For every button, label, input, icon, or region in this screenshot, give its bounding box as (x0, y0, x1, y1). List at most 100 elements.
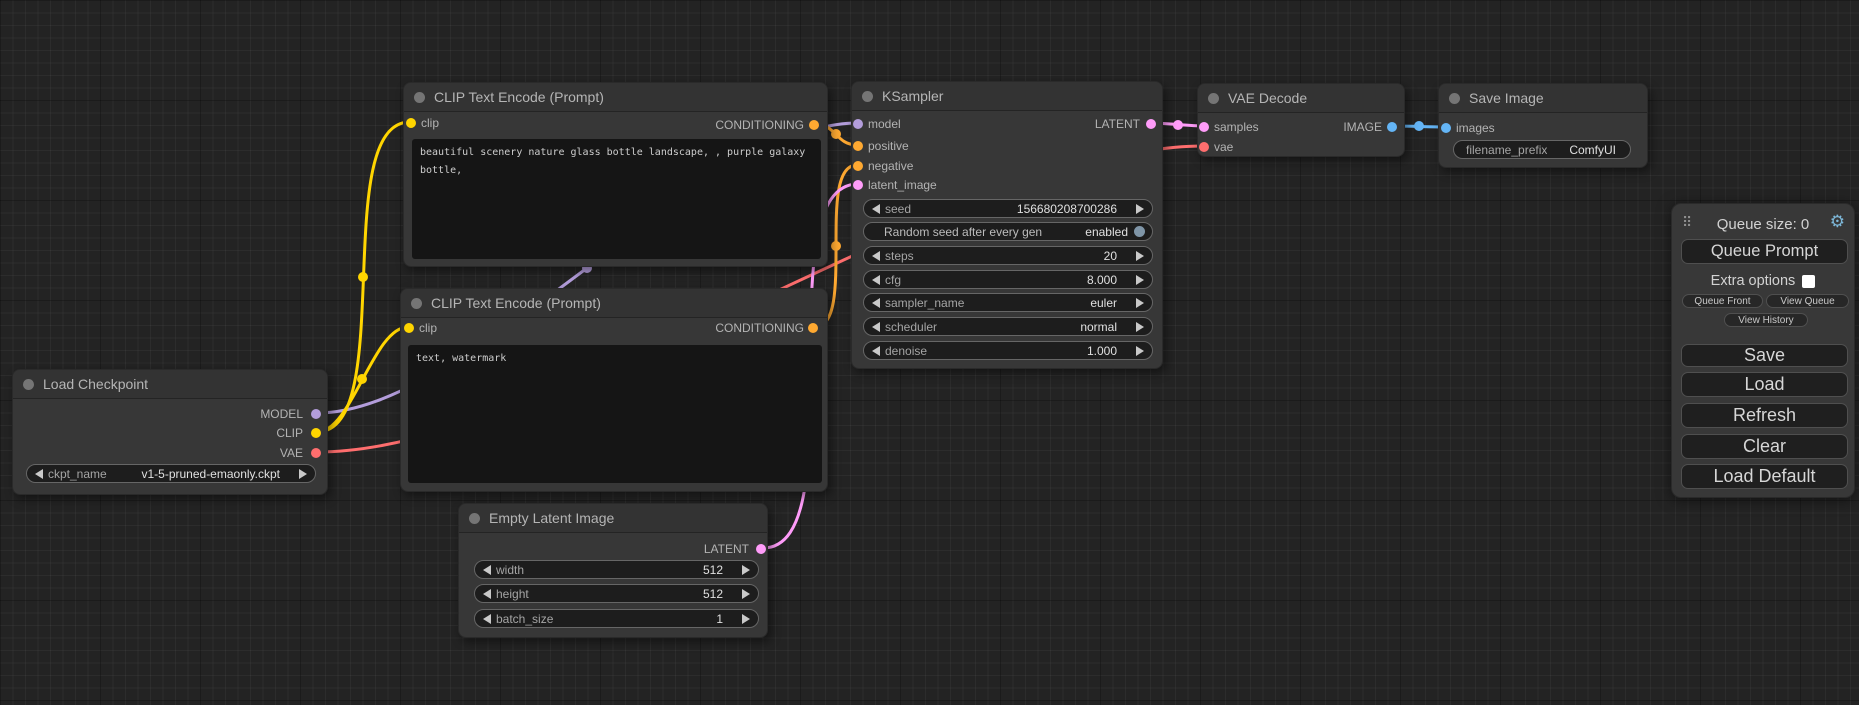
vae-input-port[interactable] (1199, 142, 1209, 152)
output-label-conditioning: CONDITIONING (715, 119, 804, 132)
node-title: CLIP Text Encode (Prompt) (431, 295, 601, 311)
denoise-widget[interactable]: denoise 1.000 (863, 341, 1153, 360)
output-label-model: MODEL (260, 408, 303, 421)
batch-size-widget[interactable]: batch_size 1 (474, 609, 759, 628)
increment-arrow-icon[interactable] (299, 469, 307, 479)
collapse-dot-icon[interactable] (23, 379, 34, 390)
decrement-arrow-icon[interactable] (483, 565, 491, 575)
ckpt-name-widget[interactable]: ckpt_name v1-5-pruned-emaonly.ckpt (26, 464, 316, 483)
load-default-button[interactable]: Load Default (1681, 464, 1848, 489)
model-output-port[interactable] (311, 409, 321, 419)
decrement-arrow-icon[interactable] (872, 322, 880, 332)
height-widget[interactable]: height 512 (474, 584, 759, 603)
increment-arrow-icon[interactable] (1136, 298, 1144, 308)
widget-value: 8.000 (1087, 273, 1117, 287)
positive-input-port[interactable] (853, 141, 863, 151)
negative-input-port[interactable] (853, 161, 863, 171)
node-title-bar[interactable]: VAE Decode (1198, 84, 1404, 113)
node-title: CLIP Text Encode (Prompt) (434, 89, 604, 105)
widget-label: ckpt_name (48, 467, 107, 481)
node-title-bar[interactable]: CLIP Text Encode (Prompt) (404, 83, 827, 112)
scheduler-widget[interactable]: scheduler normal (863, 317, 1153, 336)
width-widget[interactable]: width 512 (474, 560, 759, 579)
random-seed-toggle-widget[interactable]: Random seed after every gen enabled (863, 222, 1153, 241)
increment-arrow-icon[interactable] (742, 565, 750, 575)
clip-input-port[interactable] (404, 323, 414, 333)
collapse-dot-icon[interactable] (411, 298, 422, 309)
queue-prompt-button[interactable]: Queue Prompt (1681, 239, 1848, 264)
extra-options-checkbox[interactable] (1802, 275, 1815, 288)
clip-output-port[interactable] (311, 428, 321, 438)
decrement-arrow-icon[interactable] (872, 251, 880, 261)
node-vae-decode[interactable]: VAE Decode samples vae IMAGE (1197, 83, 1405, 157)
negative-prompt-textarea[interactable]: text, watermark (408, 345, 822, 483)
collapse-dot-icon[interactable] (862, 91, 873, 102)
load-button[interactable]: Load (1681, 372, 1848, 397)
refresh-button[interactable]: Refresh (1681, 403, 1848, 428)
node-empty-latent-image[interactable]: Empty Latent Image LATENT width 512 heig… (458, 503, 768, 638)
samples-input-port[interactable] (1199, 122, 1209, 132)
increment-arrow-icon[interactable] (742, 614, 750, 624)
output-label-conditioning: CONDITIONING (715, 322, 804, 335)
save-button[interactable]: Save (1681, 344, 1848, 367)
graph-canvas[interactable]: { "nodes": { "load_checkpoint": { "title… (0, 0, 1859, 705)
decrement-arrow-icon[interactable] (483, 614, 491, 624)
conditioning-output-port[interactable] (809, 120, 819, 130)
queue-front-button[interactable]: Queue Front (1682, 294, 1763, 308)
input-label-images: images (1456, 122, 1495, 135)
image-output-port[interactable] (1387, 122, 1397, 132)
positive-prompt-textarea[interactable]: beautiful scenery nature glass bottle la… (412, 139, 821, 259)
node-title-bar[interactable]: Load Checkpoint (13, 370, 327, 399)
vae-output-port[interactable] (311, 448, 321, 458)
widget-value: 1.000 (1087, 344, 1117, 358)
decrement-arrow-icon[interactable] (35, 469, 43, 479)
increment-arrow-icon[interactable] (1136, 251, 1144, 261)
input-label-latent-image: latent_image (868, 179, 937, 192)
latent-output-port[interactable] (1146, 119, 1156, 129)
decrement-arrow-icon[interactable] (872, 298, 880, 308)
view-history-button[interactable]: View History (1724, 313, 1808, 327)
toggle-enabled-icon[interactable] (1134, 226, 1145, 237)
clip-input-port[interactable] (406, 118, 416, 128)
filename-prefix-widget[interactable]: filename_prefix ComfyUI (1453, 140, 1631, 159)
clear-button[interactable]: Clear (1681, 434, 1848, 459)
cfg-widget[interactable]: cfg 8.000 (863, 270, 1153, 289)
node-title-bar[interactable]: KSampler (852, 82, 1162, 111)
collapse-dot-icon[interactable] (1449, 93, 1460, 104)
collapse-dot-icon[interactable] (469, 513, 480, 524)
widget-label: cfg (885, 273, 901, 287)
increment-arrow-icon[interactable] (1136, 346, 1144, 356)
node-title-bar[interactable]: Empty Latent Image (459, 504, 767, 533)
settings-gear-icon[interactable]: ⚙ (1830, 213, 1845, 230)
decrement-arrow-icon[interactable] (483, 589, 491, 599)
decrement-arrow-icon[interactable] (872, 275, 880, 285)
view-queue-button[interactable]: View Queue (1766, 294, 1849, 308)
node-save-image[interactable]: Save Image images filename_prefix ComfyU… (1438, 83, 1648, 168)
node-load-checkpoint[interactable]: Load Checkpoint MODEL CLIP VAE ckpt_name… (12, 369, 328, 495)
decrement-arrow-icon[interactable] (872, 346, 880, 356)
increment-arrow-icon[interactable] (1136, 204, 1144, 214)
widget-label: steps (885, 249, 914, 263)
images-input-port[interactable] (1441, 123, 1451, 133)
seed-widget[interactable]: seed 156680208700286 (863, 199, 1153, 218)
latent-output-port[interactable] (756, 544, 766, 554)
node-title-bar[interactable]: Save Image (1439, 84, 1647, 113)
increment-arrow-icon[interactable] (742, 589, 750, 599)
node-clip-text-encode-negative[interactable]: CLIP Text Encode (Prompt) clip CONDITION… (400, 288, 828, 492)
collapse-dot-icon[interactable] (1208, 93, 1219, 104)
node-title-bar[interactable]: CLIP Text Encode (Prompt) (401, 289, 827, 318)
node-ksampler[interactable]: KSampler model positive negative latent_… (851, 81, 1163, 369)
increment-arrow-icon[interactable] (1136, 322, 1144, 332)
conditioning-output-port[interactable] (808, 323, 818, 333)
widget-label: width (496, 563, 524, 577)
steps-widget[interactable]: steps 20 (863, 246, 1153, 265)
sampler-name-widget[interactable]: sampler_name euler (863, 293, 1153, 312)
widget-label: denoise (885, 344, 927, 358)
latent-image-input-port[interactable] (853, 180, 863, 190)
increment-arrow-icon[interactable] (1136, 275, 1144, 285)
extra-options-row: Extra options (1672, 273, 1854, 289)
node-clip-text-encode-positive[interactable]: CLIP Text Encode (Prompt) clip CONDITION… (403, 82, 828, 267)
decrement-arrow-icon[interactable] (872, 204, 880, 214)
model-input-port[interactable] (853, 119, 863, 129)
collapse-dot-icon[interactable] (414, 92, 425, 103)
